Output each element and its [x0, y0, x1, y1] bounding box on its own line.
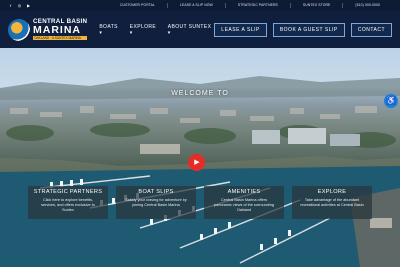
- nav-label: EXPLORE: [129, 23, 157, 30]
- card-title: BOAT SLIPS: [138, 189, 174, 195]
- logo-line-2: MARINA: [33, 23, 81, 36]
- strategic-partners-link[interactable]: STRATEGIC PARTNERS: [224, 3, 290, 8]
- main-header: CENTRAL BASIN MARINA OAKLAND · A SUNTEX …: [0, 11, 400, 48]
- nav-item-about-suntex[interactable]: ABOUT SUNTEX ▾: [168, 24, 215, 36]
- utility-links: CUSTOMER PORTAL LEASE A SLIP NOW STRATEG…: [108, 3, 392, 8]
- play-icon: ▶: [194, 159, 200, 166]
- book-guest-slip-button[interactable]: BOOK A GUEST SLIP: [272, 22, 345, 37]
- card-text: Central Basin Marina offers panoramic vi…: [214, 198, 274, 213]
- nav-label: ABOUT SUNTEX: [167, 23, 212, 30]
- header-actions: LEASE A SLIP BOOK A GUEST SLIP CONTACT: [214, 22, 392, 37]
- youtube-icon[interactable]: ▶: [26, 3, 31, 8]
- accessibility-icon[interactable]: ♿: [384, 94, 398, 108]
- feature-cards: STRATEGIC PARTNERS Click here to explore…: [28, 186, 372, 219]
- card-title: AMENITIES: [227, 189, 261, 195]
- hero-video: WELCOME TO ▶ ♿: [0, 48, 400, 267]
- nav-item-explore[interactable]: EXPLORE ▾: [130, 24, 160, 36]
- lease-slip-now-link[interactable]: LEASE A SLIP NOW: [167, 3, 225, 8]
- utility-bar: f ◎ ▶ CUSTOMER PORTAL LEASE A SLIP NOW S…: [0, 0, 400, 11]
- card-title: EXPLORE: [317, 189, 347, 195]
- card-title: STRATEGIC PARTNERS: [33, 189, 103, 195]
- lease-a-slip-button[interactable]: LEASE A SLIP: [214, 22, 267, 37]
- site-logo[interactable]: CENTRAL BASIN MARINA OAKLAND · A SUNTEX …: [8, 18, 89, 41]
- card-amenities[interactable]: AMENITIES Central Basin Marina offers pa…: [204, 186, 284, 219]
- card-text: Satisfy your craving for adventure by jo…: [125, 198, 187, 208]
- customer-portal-link[interactable]: CUSTOMER PORTAL: [108, 3, 167, 8]
- social-links: f ◎ ▶: [8, 3, 31, 8]
- phone-link[interactable]: (510) 000-0000: [342, 3, 392, 8]
- card-boat-slips[interactable]: BOAT SLIPS Satisfy your craving for adve…: [116, 186, 196, 219]
- suntex-store-link[interactable]: SUNTEX STORE: [289, 3, 343, 8]
- card-text: Take advantage of the abundant recreatio…: [300, 198, 364, 208]
- logo-tagline: OAKLAND · A SUNTEX MARINA: [33, 36, 88, 41]
- instagram-icon[interactable]: ◎: [17, 3, 22, 8]
- chevron-down-icon: ▾: [99, 29, 103, 36]
- play-video-button[interactable]: ▶: [188, 154, 205, 171]
- nav-item-boats[interactable]: BOATS ▾: [99, 24, 121, 36]
- facebook-icon[interactable]: f: [8, 3, 13, 8]
- contact-button[interactable]: CONTACT: [350, 22, 392, 37]
- logo-emblem-icon: [8, 18, 30, 41]
- chevron-down-icon: ▾: [167, 29, 171, 36]
- card-strategic-partners[interactable]: STRATEGIC PARTNERS Click here to explore…: [28, 186, 108, 219]
- chevron-down-icon: ▾: [129, 29, 133, 36]
- logo-wordmark: CENTRAL BASIN MARINA OAKLAND · A SUNTEX …: [33, 18, 88, 41]
- main-nav: BOATS ▾ EXPLORE ▾ ABOUT SUNTEX ▾: [99, 24, 214, 36]
- card-text: Click here to explore benefits, services…: [41, 198, 95, 213]
- card-explore[interactable]: EXPLORE Take advantage of the abundant r…: [292, 186, 372, 219]
- hero-title: WELCOME TO: [171, 90, 229, 97]
